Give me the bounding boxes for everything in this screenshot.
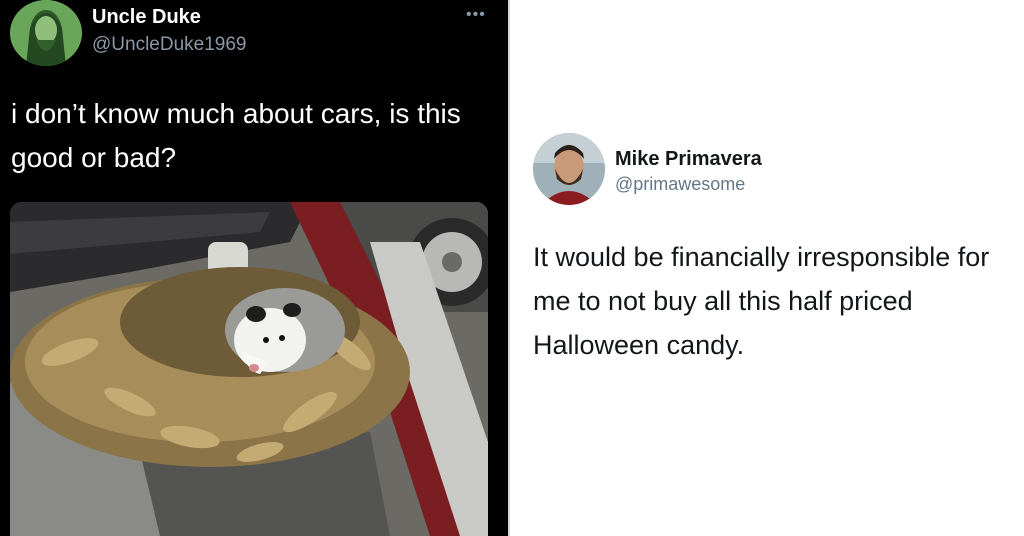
tweet-card-left: Uncle Duke @UncleDuke1969 ••• i don’t kn… [0, 0, 510, 536]
author-name[interactable]: Uncle Duke [92, 6, 201, 29]
opossum-in-engine-photo [10, 202, 488, 536]
tweet-text: i don’t know much about cars, is this go… [11, 98, 461, 173]
avatar-uncle-duke[interactable] [10, 0, 82, 66]
tweet-photo[interactable] [10, 202, 488, 536]
tweet-text: It would be financially irresponsible fo… [533, 242, 990, 360]
author-handle[interactable]: @UncleDuke1969 [92, 34, 247, 56]
author-name[interactable]: Mike Primavera [615, 148, 762, 171]
avatar-mike-primavera[interactable] [533, 133, 605, 205]
ellipsis-icon[interactable]: ••• [466, 6, 486, 24]
tweet-card-right: Mike Primavera @primawesome It would be … [510, 0, 1024, 536]
author-handle[interactable]: @primawesome [615, 174, 745, 195]
